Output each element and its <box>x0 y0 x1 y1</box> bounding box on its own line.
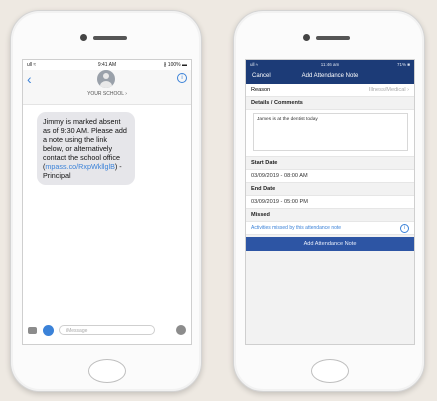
reason-row[interactable]: Reason Illness/Medical › <box>246 84 414 97</box>
battery-indicator: ∦ 100% ▬ <box>163 62 187 68</box>
end-date-header: End Date <box>246 183 414 196</box>
details-section-header: Details / Comments <box>246 97 414 110</box>
missed-activities-link[interactable]: Activities missed by this attendance not… <box>251 225 341 231</box>
reason-label: Reason <box>251 87 271 93</box>
home-button[interactable] <box>88 359 126 383</box>
message-input[interactable]: iMessage <box>59 325 155 335</box>
info-icon[interactable]: i <box>400 224 409 233</box>
back-chevron-icon[interactable]: ‹ <box>27 72 32 86</box>
sender-name[interactable]: YOUR SCHOOL › <box>23 91 191 97</box>
start-date-header: Start Date <box>246 157 414 170</box>
camera-icon <box>80 34 87 41</box>
home-button[interactable] <box>311 359 349 383</box>
camera-icon <box>303 34 310 41</box>
compose-bar: iMessage <box>23 324 191 338</box>
details-textarea[interactable]: James is at the dentist today <box>253 113 408 151</box>
speaker-grille <box>316 36 350 40</box>
phone-right: ull ≈ 11:46 am 71% ■ Cancel Add Attendan… <box>233 10 425 392</box>
add-attendance-note-button[interactable]: Add Attendance Note <box>246 237 414 251</box>
speaker-grille <box>93 36 127 40</box>
reason-value[interactable]: Illness/Medical › <box>369 84 409 96</box>
microphone-icon[interactable] <box>176 325 186 335</box>
app-store-icon[interactable] <box>43 325 54 336</box>
messages-screen: ull ≈ 9:41 AM ∦ 100% ▬ ‹ YOUR SCHOOL › i… <box>22 59 192 345</box>
message-bubble: Jimmy is marked absent as of 9:30 AM. Pl… <box>37 112 135 185</box>
attendance-screen: ull ≈ 11:46 am 71% ■ Cancel Add Attendan… <box>245 59 415 345</box>
nav-bar: Cancel Add Attendance Note <box>246 70 414 84</box>
avatar-torso <box>100 81 112 88</box>
start-date-field[interactable]: 03/09/2019 - 08:00 AM <box>246 170 414 183</box>
info-icon[interactable]: i <box>177 73 187 83</box>
conversation-header: ‹ YOUR SCHOOL › i <box>23 70 191 105</box>
message-link[interactable]: mpass.co/RxpWkllglB <box>45 162 115 171</box>
status-time: 11:46 am <box>320 62 340 67</box>
avatar[interactable] <box>97 70 115 88</box>
battery-indicator: 71% ■ <box>397 62 410 67</box>
camera-button-icon[interactable] <box>28 327 37 334</box>
phone-left: ull ≈ 9:41 AM ∦ 100% ▬ ‹ YOUR SCHOOL › i… <box>10 10 202 392</box>
end-date-field[interactable]: 03/09/2019 - 05:00 PM <box>246 196 414 209</box>
avatar-head <box>103 73 109 79</box>
status-bar: ull ≈ 9:41 AM ∦ 100% ▬ <box>23 60 191 70</box>
nav-title: Add Attendance Note <box>301 73 359 79</box>
status-bar: ull ≈ 11:46 am 71% ■ <box>246 60 414 70</box>
missed-section-header: Missed <box>246 209 414 222</box>
comments-container: James is at the dentist today <box>246 110 414 157</box>
missed-activities-row[interactable]: Activities missed by this attendance not… <box>246 222 414 235</box>
